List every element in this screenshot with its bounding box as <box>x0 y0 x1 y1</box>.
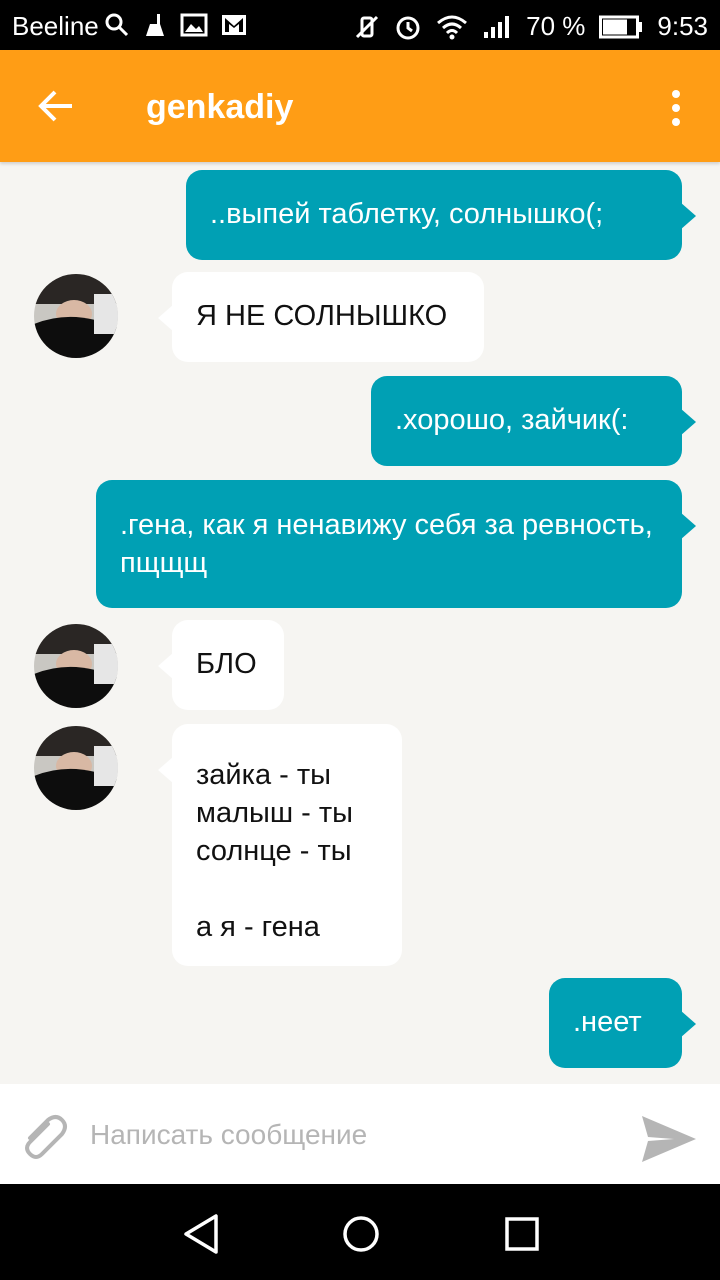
message-line: малыш - ты <box>196 797 353 829</box>
wifi-icon <box>436 14 468 40</box>
message-outgoing[interactable]: .хорошо, зайчик(: <box>371 376 696 466</box>
notification-icons <box>104 12 248 38</box>
more-vert-icon[interactable] <box>668 88 684 128</box>
message-outgoing[interactable]: ..выпей таблетку, солнышко(; <box>186 170 696 260</box>
vibrate-icon <box>354 14 380 40</box>
message-incoming[interactable]: зайка - ты малыш - ты солнце - ты а я - … <box>158 724 402 966</box>
message-composer <box>0 1084 720 1184</box>
gmail-icon <box>220 12 248 38</box>
send-icon[interactable] <box>640 1114 698 1164</box>
message-line: а я - гена <box>196 911 320 943</box>
carrier-label: Beeline <box>12 11 99 41</box>
gallery-icon <box>180 12 208 38</box>
avatar[interactable] <box>34 726 118 810</box>
recents-square-icon[interactable] <box>500 1212 544 1256</box>
battery-icon <box>599 15 643 39</box>
home-circle-icon[interactable] <box>339 1212 383 1256</box>
message-incoming[interactable]: Я НЕ СОЛНЫШКО <box>158 272 484 362</box>
battery-percent: 70 % <box>526 11 586 41</box>
message-line: солнце - ты <box>196 835 352 867</box>
search-icon <box>104 12 130 38</box>
signal-icon <box>482 14 512 40</box>
avatar[interactable] <box>34 624 118 708</box>
attach-icon[interactable] <box>18 1112 70 1162</box>
back-triangle-icon[interactable] <box>180 1212 224 1256</box>
message-text: .хорошо, зайчик(: <box>395 404 629 436</box>
message-text: .неет <box>573 1006 642 1038</box>
message-text: Я НЕ СОЛНЫШКО <box>196 300 448 332</box>
system-status: 70 % 9:53 <box>354 11 708 42</box>
chat-title: genkadiy <box>146 88 294 126</box>
app-bar: genkadiy <box>0 50 720 162</box>
cleaner-icon <box>142 12 168 38</box>
message-text: ..выпей таблетку, солнышко(; <box>210 198 604 230</box>
message-line <box>196 870 378 908</box>
clock: 9:53 <box>657 11 708 41</box>
message-incoming[interactable]: БЛО <box>158 620 284 710</box>
alarm-icon <box>394 13 422 41</box>
message-input[interactable] <box>88 1104 612 1166</box>
system-nav-bar <box>0 1184 720 1280</box>
message-text: .гена, как я ненавижу себя за ревность, … <box>120 509 653 579</box>
message-text: БЛО <box>196 648 257 680</box>
message-list: ..выпей таблетку, солнышко(; Я НЕ СОЛНЫШ… <box>0 162 720 1084</box>
avatar[interactable] <box>34 274 118 358</box>
message-line: зайка - ты <box>196 759 331 791</box>
status-bar: Beeline 70 % 9:53 <box>0 0 720 50</box>
message-outgoing[interactable]: .неет <box>549 978 696 1068</box>
message-outgoing[interactable]: .гена, как я ненавижу себя за ревность, … <box>96 480 696 608</box>
back-arrow-icon[interactable] <box>36 88 76 124</box>
